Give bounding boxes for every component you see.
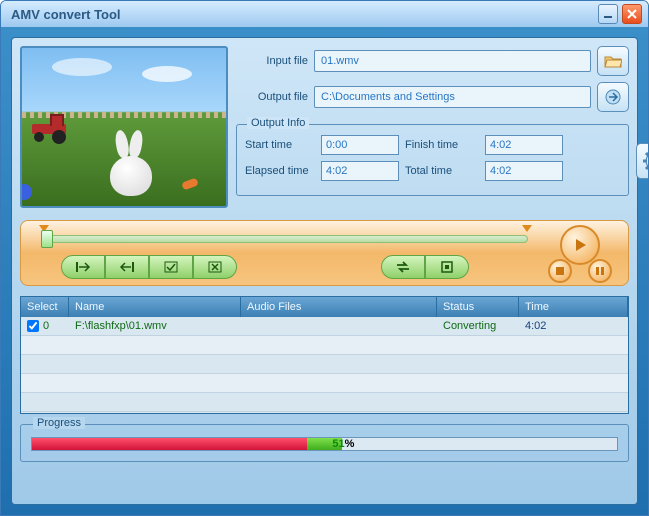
progress-legend: Progress	[33, 417, 85, 429]
playback-controls	[542, 225, 618, 283]
col-select[interactable]: Select	[21, 297, 69, 317]
folder-open-icon	[604, 54, 622, 68]
convert-icon	[395, 261, 411, 273]
total-time-label: Total time	[405, 165, 479, 177]
input-file-field[interactable]	[314, 50, 591, 72]
video-preview	[20, 46, 228, 208]
app-window: AMV convert Tool Input file	[0, 0, 649, 516]
start-time-label: Start time	[245, 139, 315, 151]
mark-out-icon	[119, 261, 135, 273]
window-title: AMV convert Tool	[7, 7, 594, 22]
stop-square-icon	[441, 261, 453, 273]
table-row[interactable]: 0 F:\flashfxp\01.wmv Converting 4:02	[21, 317, 628, 336]
row-status: Converting	[437, 317, 519, 335]
window-body: Input file Output file	[1, 27, 648, 515]
finish-time-field[interactable]	[485, 135, 563, 155]
stop-icon	[555, 266, 565, 276]
select-all-button[interactable]	[149, 255, 193, 279]
browse-input-button[interactable]	[597, 46, 629, 76]
progress-bar: 51%	[31, 437, 618, 451]
convert-button[interactable]	[381, 255, 425, 279]
deselect-all-button[interactable]	[193, 255, 237, 279]
mark-in-button[interactable]	[61, 255, 105, 279]
main-panel: Input file Output file	[11, 37, 638, 505]
col-name[interactable]: Name	[69, 297, 241, 317]
pause-button[interactable]	[588, 259, 612, 283]
row-name: F:\flashfxp\01.wmv	[69, 317, 241, 335]
elapsed-time-label: Elapsed time	[245, 165, 315, 177]
range-end-marker-icon[interactable]	[522, 225, 532, 232]
progress-group: Progress 51%	[20, 424, 629, 462]
mark-out-button[interactable]	[105, 255, 149, 279]
x-box-icon	[208, 261, 222, 273]
output-file-label: Output file	[236, 91, 308, 103]
stop-button[interactable]	[548, 259, 572, 283]
col-time[interactable]: Time	[519, 297, 628, 317]
tractor-graphic	[32, 118, 66, 140]
pause-icon	[595, 266, 605, 276]
start-time-field[interactable]	[321, 135, 399, 155]
output-info-legend: Output Info	[247, 117, 309, 129]
mark-button-row	[61, 255, 237, 279]
minimize-button[interactable]	[598, 4, 618, 24]
browse-output-button[interactable]	[597, 82, 629, 112]
col-audio[interactable]: Audio Files	[241, 297, 437, 317]
globe-arrow-icon	[604, 88, 622, 106]
total-time-field[interactable]	[485, 161, 563, 181]
timeline-thumb[interactable]	[41, 230, 53, 248]
table-header: Select Name Audio Files Status Time	[21, 297, 628, 317]
titlebar: AMV convert Tool	[1, 1, 648, 27]
finish-time-label: Finish time	[405, 139, 479, 151]
file-table: Select Name Audio Files Status Time 0 F:…	[20, 296, 629, 414]
file-column: Input file Output file	[236, 46, 629, 208]
stop-convert-button[interactable]	[425, 255, 469, 279]
output-file-field[interactable]	[314, 86, 591, 108]
gear-icon	[643, 150, 649, 172]
settings-button[interactable]	[636, 143, 649, 179]
elapsed-time-field[interactable]	[321, 161, 399, 181]
bunny-graphic	[102, 130, 158, 196]
row-index: 0	[43, 320, 49, 332]
convert-button-row	[381, 255, 469, 279]
check-box-icon	[164, 261, 178, 273]
mark-in-icon	[75, 261, 91, 273]
close-button[interactable]	[622, 4, 642, 24]
top-row: Input file Output file	[20, 46, 629, 208]
play-icon	[572, 237, 588, 253]
timeline-track[interactable]	[41, 235, 528, 243]
play-button[interactable]	[560, 225, 600, 265]
input-file-label: Input file	[236, 55, 308, 67]
output-info-group: Output Info Start time Finish time Elaps…	[236, 124, 629, 196]
row-time: 4:02	[519, 317, 628, 335]
col-status[interactable]: Status	[437, 297, 519, 317]
progress-text: 51%	[332, 438, 354, 450]
row-audio	[241, 317, 437, 335]
row-checkbox[interactable]	[27, 320, 39, 332]
timeline-bar	[20, 220, 629, 286]
